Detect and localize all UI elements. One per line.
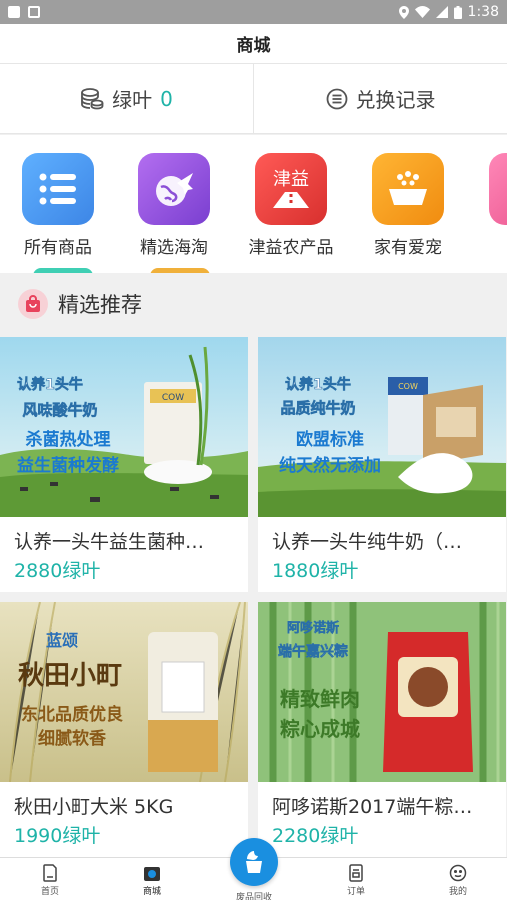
product-card[interactable]: COW 认养1头牛 风味酸牛奶 杀菌热处理 益生菌种发酵 认养一头牛益生菌种… … — [0, 337, 248, 592]
tab-orders[interactable]: 订单 — [326, 864, 386, 897]
svg-text:精致鲜肉: 精致鲜肉 — [280, 687, 360, 711]
product-price: 2280绿叶 — [272, 825, 359, 847]
exchange-records-label: 兑换记录 — [355, 88, 436, 112]
category-jinyi-farm[interactable]: 津益 津益农产品 — [236, 153, 346, 258]
leaf-bag-icon — [246, 851, 262, 873]
product-image: COW 认养1头牛 风味酸牛奶 杀菌热处理 益生菌种发酵 — [0, 337, 248, 517]
farm-road-icon: 津益 — [255, 153, 327, 225]
tab-label: 我的 — [448, 887, 467, 897]
page-title: 商城 — [0, 24, 507, 64]
svg-text:益生菌种发酵: 益生菌种发酵 — [17, 455, 119, 476]
svg-text:蓝颂: 蓝颂 — [46, 631, 78, 650]
category-global-shopping[interactable]: 精选海淘 — [119, 153, 229, 258]
svg-text:细腻软香: 细腻软香 — [38, 728, 106, 749]
svg-text:欧盟标准: 欧盟标准 — [296, 429, 364, 450]
svg-text:端午嘉兴粽: 端午嘉兴粽 — [278, 643, 348, 660]
signal-icon — [435, 6, 448, 18]
tab-label: 首页 — [40, 887, 59, 897]
category-label: 健 — [470, 233, 507, 258]
shopping-bag-icon — [18, 289, 48, 319]
category-row: 所有商品 精选海淘 津益 津益农产品 家有爱宠 健 — [0, 135, 507, 273]
category-label: 所有商品 — [24, 238, 92, 258]
tab-mine[interactable]: 我的 — [428, 864, 488, 897]
image-notification-icon — [28, 6, 40, 18]
pet-bowl-icon — [372, 153, 444, 225]
svg-text:纯天然无添加: 纯天然无添加 — [279, 455, 381, 476]
product-name: 阿哆诺斯2017端午粽… — [272, 796, 473, 818]
notification-icon — [8, 6, 20, 18]
svg-text:杀菌热处理: 杀菌热处理 — [26, 429, 111, 450]
exchange-records-button[interactable]: 兑换记录 — [253, 64, 507, 133]
location-icon — [398, 5, 409, 19]
green-leaf-balance[interactable]: 绿叶 0 — [0, 64, 253, 133]
category-label: 精选海淘 — [140, 238, 208, 258]
smiley-icon — [449, 864, 467, 882]
product-image: 阿哆诺斯 端午嘉兴粽 精致鲜肉 粽心成城 — [258, 602, 506, 782]
health-icon — [489, 153, 507, 225]
product-price: 1880绿叶 — [272, 560, 359, 582]
points-label: 绿叶 — [112, 88, 153, 112]
tab-recycling[interactable]: 废品回收 — [224, 890, 284, 900]
section-title: 精选推荐 — [58, 293, 142, 317]
svg-text:风味酸牛奶: 风味酸牛奶 — [22, 401, 97, 419]
pack-label: COW — [162, 393, 184, 403]
product-image: 蓝颂 秋田小町 东北品质优良 细腻软香 — [0, 602, 248, 782]
product-name: 认养一头牛益生菌种… — [14, 531, 205, 553]
list-icon — [22, 153, 94, 225]
order-icon — [349, 864, 363, 882]
pack-label: COW — [398, 382, 418, 391]
svg-text:品质纯牛奶: 品质纯牛奶 — [280, 399, 355, 417]
tab-home[interactable]: 首页 — [20, 864, 80, 897]
points-bar: 绿叶 0 兑换记录 — [0, 64, 507, 134]
list-circle-icon — [326, 88, 347, 109]
svg-text:认养1头牛: 认养1头牛 — [285, 376, 351, 393]
svg-text:认养1头牛: 认养1头牛 — [17, 376, 83, 393]
product-image: COW 认养1头牛 品质纯牛奶 欧盟标准 纯天然无添加 — [258, 337, 506, 517]
svg-text:东北品质优良: 东北品质优良 — [21, 704, 123, 725]
wifi-icon — [414, 6, 430, 18]
battery-icon — [453, 5, 462, 19]
category-label: 家有爱宠 — [374, 238, 442, 258]
category-all-products[interactable]: 所有商品 — [3, 153, 113, 258]
tab-label: 商城 — [142, 887, 161, 897]
section-header: 精选推荐 — [0, 273, 507, 335]
coins-icon — [81, 87, 104, 109]
product-card[interactable]: 蓝颂 秋田小町 东北品质优良 细腻软香 秋田小町大米 5KG 1990绿叶 — [0, 602, 248, 857]
product-name: 认养一头牛纯牛奶（… — [272, 531, 463, 553]
svg-text:粽心成城: 粽心成城 — [280, 717, 360, 741]
product-card[interactable]: 阿哆诺斯 端午嘉兴粽 精致鲜肉 粽心成城 阿哆诺斯2017端午粽… 2280绿叶 — [258, 602, 506, 857]
home-icon — [43, 864, 57, 882]
tab-label: 废品回收 — [235, 893, 272, 900]
globe-plane-icon — [138, 153, 210, 225]
product-name: 秋田小町大米 5KG — [14, 796, 174, 818]
tab-mall[interactable]: 商城 — [122, 864, 182, 897]
status-bar: 1:38 — [0, 0, 507, 24]
product-card[interactable]: COW 认养1头牛 品质纯牛奶 欧盟标准 纯天然无添加 认养一头牛纯牛奶（… 1… — [258, 337, 506, 592]
svg-text:秋田小町: 秋田小町 — [18, 661, 122, 691]
svg-text:阿哆诺斯: 阿哆诺斯 — [287, 620, 339, 636]
tab-label: 订单 — [346, 887, 365, 897]
product-price: 1990绿叶 — [14, 825, 101, 847]
points-value: 0 — [160, 86, 173, 111]
recycling-center-button[interactable] — [230, 838, 278, 886]
product-price: 2880绿叶 — [14, 560, 101, 582]
category-label: 津益农产品 — [248, 238, 334, 258]
category-pets[interactable]: 家有爱宠 — [353, 153, 463, 258]
category-health[interactable]: 健 — [470, 153, 507, 258]
status-time: 1:38 — [467, 4, 499, 20]
mall-icon — [144, 867, 160, 881]
